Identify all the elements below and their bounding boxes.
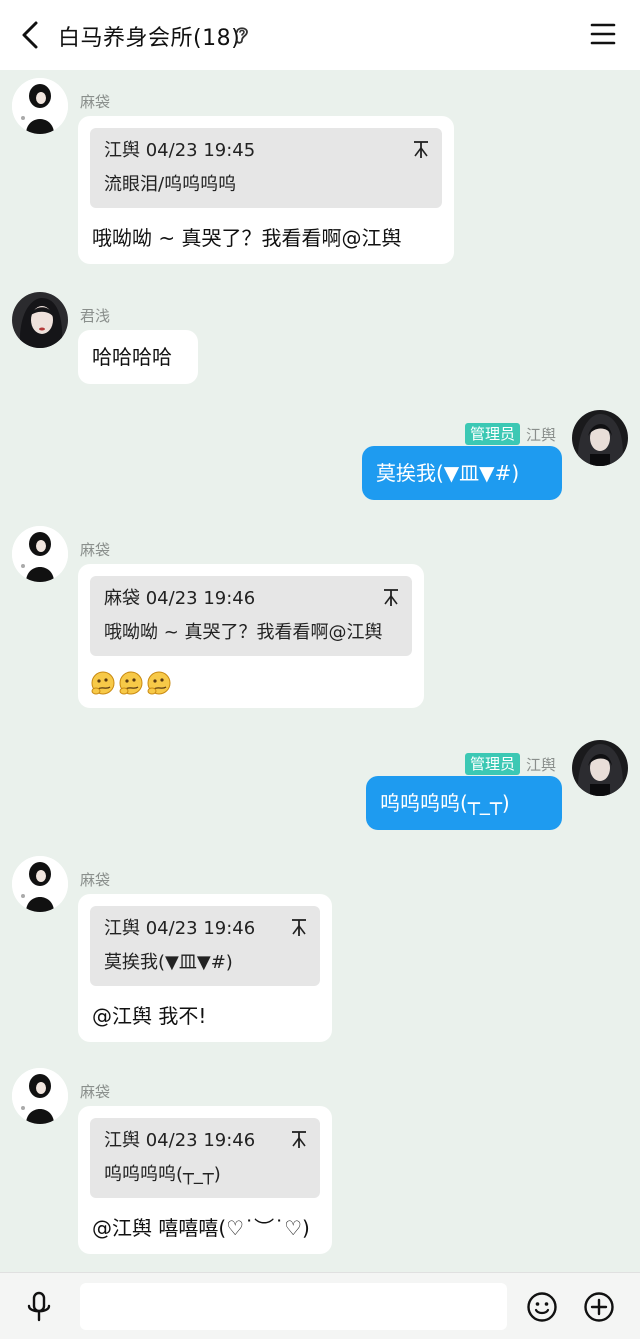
message-text: @江舆 我不! <box>92 1004 207 1028</box>
quote-text: 哦呦呦 ~ 真哭了？我看看啊@江舆 <box>104 622 383 643</box>
scroll-to-top-icon[interactable] <box>382 588 400 608</box>
quoted-message[interactable]: 麻袋 04/23 19:46 哦呦呦 ~ 真哭了？我看看啊@江舆 <box>90 576 412 656</box>
quoted-message[interactable]: 江舆 04/23 19:46 呜呜呜呜(┬_┬) <box>90 1118 320 1198</box>
admin-badge: 管理员 <box>464 423 520 445</box>
message-bubble[interactable]: 江舆 04/23 19:46 呜呜呜呜(┬_┬) @江舆 嘻嘻嘻(♡˙︶˙♡) <box>78 1106 332 1254</box>
quote-header: 江舆 04/23 19:45 <box>104 140 256 161</box>
avatar[interactable] <box>572 410 628 466</box>
back-button[interactable] <box>14 18 46 52</box>
admin-badge: 管理员 <box>464 753 520 775</box>
message-bubble[interactable]: 江舆 04/23 19:45 流眼泪/呜呜呜呜 哦呦呦 ~ 真哭了？我看看啊@江… <box>78 116 454 264</box>
avatar[interactable] <box>12 526 68 582</box>
message-input[interactable] <box>80 1283 507 1330</box>
quoted-message[interactable]: 江舆 04/23 19:46 莫挨我(▼皿▼#) <box>90 906 320 986</box>
hamburger-menu-icon <box>590 23 616 45</box>
menu-button[interactable] <box>590 22 616 46</box>
plus-circle-icon <box>584 1292 614 1322</box>
avatar[interactable] <box>12 78 68 134</box>
quoted-message[interactable]: 江舆 04/23 19:45 流眼泪/呜呜呜呜 <box>90 128 442 208</box>
message-bubble[interactable]: 麻袋 04/23 19:46 哦呦呦 ~ 真哭了？我看看啊@江舆 <box>78 564 424 708</box>
thinking-face-emoji <box>91 671 115 695</box>
sender-name: 君浅 <box>80 307 111 325</box>
input-bar <box>0 1272 640 1339</box>
quote-text: 呜呜呜呜(┬_┬) <box>104 1164 221 1185</box>
scroll-to-top-icon[interactable] <box>412 140 430 160</box>
sender-info: 管理员 江舆 <box>464 423 556 445</box>
message-bubble[interactable]: 呜呜呜呜(┬_┬) <box>366 776 562 830</box>
page-title: 白马养身会所(18) <box>58 26 241 51</box>
ear-icon[interactable] <box>232 24 252 46</box>
sender-name: 麻袋 <box>80 1083 111 1101</box>
message-bubble[interactable]: 莫挨我(▼皿▼#) <box>362 446 562 500</box>
microphone-icon <box>27 1291 51 1322</box>
sender-name: 麻袋 <box>80 871 111 889</box>
message-text: 呜呜呜呜(┬_┬) <box>380 791 510 815</box>
thinking-face-emoji <box>119 671 143 695</box>
emoji-button[interactable] <box>526 1291 558 1323</box>
emoji-sequence <box>78 656 424 708</box>
sender-name: 江舆 <box>525 425 556 444</box>
smiley-icon <box>527 1292 557 1322</box>
more-actions-button[interactable] <box>583 1291 615 1323</box>
header-bar: 白马养身会所(18) <box>0 0 640 70</box>
avatar[interactable] <box>12 1068 68 1124</box>
scroll-to-top-icon[interactable] <box>290 918 308 938</box>
quote-text: 莫挨我(▼皿▼#) <box>104 952 233 973</box>
chat-screen: 白马养身会所(18) 麻袋 江舆 04/23 19:45 流眼泪/呜呜呜呜 哦呦… <box>0 0 640 1339</box>
message-text: 莫挨我(▼皿▼#) <box>376 461 520 485</box>
avatar[interactable] <box>12 292 68 348</box>
quote-header: 麻袋 04/23 19:46 <box>104 588 256 609</box>
sender-name: 麻袋 <box>80 93 111 111</box>
sender-info: 管理员 江舆 <box>464 753 556 775</box>
scroll-to-top-icon[interactable] <box>290 1130 308 1150</box>
chevron-left-icon <box>22 21 38 49</box>
avatar[interactable] <box>12 856 68 912</box>
message-bubble[interactable]: 江舆 04/23 19:46 莫挨我(▼皿▼#) @江舆 我不! <box>78 894 332 1042</box>
message-bubble[interactable]: 哈哈哈哈 <box>78 330 198 384</box>
sender-name: 麻袋 <box>80 541 111 559</box>
message-list[interactable]: 麻袋 江舆 04/23 19:45 流眼泪/呜呜呜呜 哦呦呦 ~ 真哭了？我看看… <box>0 70 640 1272</box>
message-text: @江舆 嘻嘻嘻(♡˙︶˙♡) <box>92 1216 310 1240</box>
avatar[interactable] <box>572 740 628 796</box>
quote-text: 流眼泪/呜呜呜呜 <box>104 174 237 195</box>
message-text: 哦呦呦 ~ 真哭了？我看看啊@江舆 <box>92 226 402 250</box>
thinking-face-emoji <box>147 671 171 695</box>
sender-name: 江舆 <box>525 755 556 774</box>
message-text: 哈哈哈哈 <box>92 345 172 369</box>
quote-header: 江舆 04/23 19:46 <box>104 918 256 939</box>
quote-header: 江舆 04/23 19:46 <box>104 1130 256 1151</box>
voice-button[interactable] <box>24 1291 54 1323</box>
